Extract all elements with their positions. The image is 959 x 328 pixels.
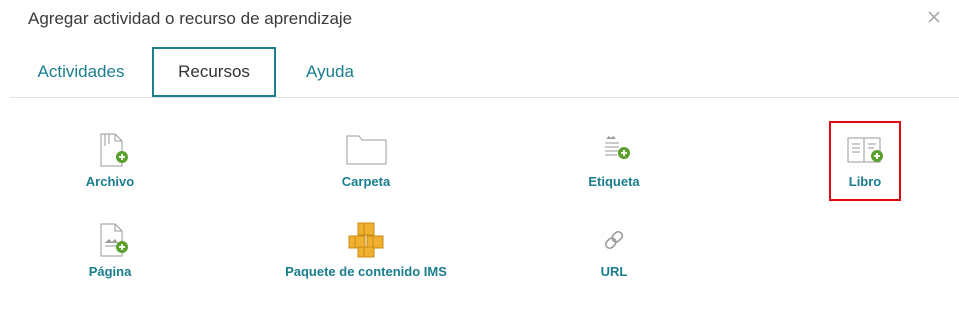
tab-recursos[interactable]: Recursos <box>152 47 276 97</box>
resource-etiqueta[interactable]: Etiqueta <box>514 130 714 189</box>
resource-pagina[interactable]: Página <box>10 220 210 279</box>
resource-label: Archivo <box>85 174 135 189</box>
resource-url[interactable]: URL <box>514 220 714 279</box>
tab-ayuda[interactable]: Ayuda <box>294 47 366 95</box>
label-icon <box>593 130 635 170</box>
resource-label: URL <box>600 264 628 279</box>
dialog-title: Agregar actividad o recurso de aprendiza… <box>28 9 353 28</box>
highlight-box <box>829 121 901 201</box>
resource-paquete-ims[interactable]: Paquete de contenido IMS <box>266 220 466 279</box>
url-icon <box>593 220 635 260</box>
tab-bar: Actividades Recursos Ayuda <box>10 47 959 98</box>
file-icon <box>89 130 131 170</box>
folder-icon <box>345 130 387 170</box>
resource-label: Página <box>88 264 132 279</box>
resource-carpeta[interactable]: Carpeta <box>266 130 466 189</box>
resource-label: Paquete de contenido IMS <box>285 264 447 279</box>
resource-label: Etiqueta <box>588 174 640 189</box>
close-icon[interactable] <box>927 10 941 24</box>
tab-actividades[interactable]: Actividades <box>28 47 134 95</box>
resource-label: Carpeta <box>341 174 391 189</box>
page-icon <box>89 220 131 260</box>
ims-package-icon <box>345 220 387 260</box>
resource-archivo[interactable]: Archivo <box>10 130 210 189</box>
